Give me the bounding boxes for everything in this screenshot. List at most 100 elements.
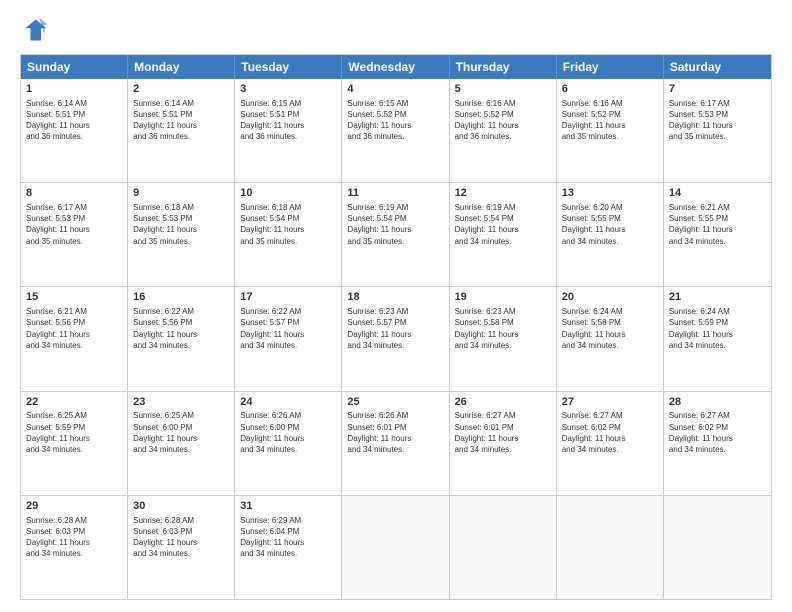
calendar-header: SundayMondayTuesdayWednesdayThursdayFrid… bbox=[21, 55, 771, 79]
cal-cell bbox=[450, 496, 557, 599]
day-number: 17 bbox=[240, 290, 336, 305]
day-number: 14 bbox=[669, 186, 766, 201]
cal-cell: 14Sunrise: 6:21 AM Sunset: 5:55 PM Dayli… bbox=[664, 183, 771, 286]
cal-week-3: 15Sunrise: 6:21 AM Sunset: 5:56 PM Dayli… bbox=[21, 286, 771, 390]
day-number: 15 bbox=[26, 290, 122, 305]
day-info: Sunrise: 6:18 AM Sunset: 5:54 PM Dayligh… bbox=[240, 202, 336, 247]
header bbox=[20, 16, 772, 44]
day-number: 23 bbox=[133, 395, 229, 410]
day-number: 26 bbox=[455, 395, 551, 410]
day-number: 8 bbox=[26, 186, 122, 201]
cal-cell: 20Sunrise: 6:24 AM Sunset: 5:58 PM Dayli… bbox=[557, 287, 664, 390]
cal-cell: 24Sunrise: 6:26 AM Sunset: 6:00 PM Dayli… bbox=[235, 392, 342, 495]
calendar-body: 1Sunrise: 6:14 AM Sunset: 5:51 PM Daylig… bbox=[21, 79, 771, 599]
day-number: 5 bbox=[455, 82, 551, 97]
day-info: Sunrise: 6:27 AM Sunset: 6:02 PM Dayligh… bbox=[562, 410, 658, 455]
cal-cell: 3Sunrise: 6:15 AM Sunset: 5:51 PM Daylig… bbox=[235, 79, 342, 182]
cal-cell: 30Sunrise: 6:28 AM Sunset: 6:03 PM Dayli… bbox=[128, 496, 235, 599]
cal-cell: 16Sunrise: 6:22 AM Sunset: 5:56 PM Dayli… bbox=[128, 287, 235, 390]
cal-header-saturday: Saturday bbox=[664, 55, 771, 79]
cal-cell: 19Sunrise: 6:23 AM Sunset: 5:58 PM Dayli… bbox=[450, 287, 557, 390]
day-info: Sunrise: 6:16 AM Sunset: 5:52 PM Dayligh… bbox=[455, 98, 551, 143]
day-info: Sunrise: 6:27 AM Sunset: 6:02 PM Dayligh… bbox=[669, 410, 766, 455]
cal-cell: 11Sunrise: 6:19 AM Sunset: 5:54 PM Dayli… bbox=[342, 183, 449, 286]
day-info: Sunrise: 6:19 AM Sunset: 5:54 PM Dayligh… bbox=[455, 202, 551, 247]
day-info: Sunrise: 6:21 AM Sunset: 5:56 PM Dayligh… bbox=[26, 306, 122, 351]
day-number: 4 bbox=[347, 82, 443, 97]
day-number: 12 bbox=[455, 186, 551, 201]
day-number: 2 bbox=[133, 82, 229, 97]
day-info: Sunrise: 6:18 AM Sunset: 5:53 PM Dayligh… bbox=[133, 202, 229, 247]
day-info: Sunrise: 6:14 AM Sunset: 5:51 PM Dayligh… bbox=[26, 98, 122, 143]
cal-week-5: 29Sunrise: 6:28 AM Sunset: 6:03 PM Dayli… bbox=[21, 495, 771, 599]
cal-cell: 9Sunrise: 6:18 AM Sunset: 5:53 PM Daylig… bbox=[128, 183, 235, 286]
day-info: Sunrise: 6:23 AM Sunset: 5:58 PM Dayligh… bbox=[455, 306, 551, 351]
day-info: Sunrise: 6:15 AM Sunset: 5:52 PM Dayligh… bbox=[347, 98, 443, 143]
day-number: 21 bbox=[669, 290, 766, 305]
day-number: 29 bbox=[26, 499, 122, 514]
cal-cell: 13Sunrise: 6:20 AM Sunset: 5:55 PM Dayli… bbox=[557, 183, 664, 286]
day-number: 3 bbox=[240, 82, 336, 97]
cal-week-1: 1Sunrise: 6:14 AM Sunset: 5:51 PM Daylig… bbox=[21, 79, 771, 182]
logo-icon bbox=[20, 16, 48, 44]
cal-cell: 29Sunrise: 6:28 AM Sunset: 6:03 PM Dayli… bbox=[21, 496, 128, 599]
calendar: SundayMondayTuesdayWednesdayThursdayFrid… bbox=[20, 54, 772, 600]
day-info: Sunrise: 6:29 AM Sunset: 6:04 PM Dayligh… bbox=[240, 515, 336, 560]
cal-cell: 28Sunrise: 6:27 AM Sunset: 6:02 PM Dayli… bbox=[664, 392, 771, 495]
day-info: Sunrise: 6:23 AM Sunset: 5:57 PM Dayligh… bbox=[347, 306, 443, 351]
day-info: Sunrise: 6:24 AM Sunset: 5:58 PM Dayligh… bbox=[562, 306, 658, 351]
day-number: 1 bbox=[26, 82, 122, 97]
day-info: Sunrise: 6:17 AM Sunset: 5:53 PM Dayligh… bbox=[26, 202, 122, 247]
day-number: 13 bbox=[562, 186, 658, 201]
cal-cell: 21Sunrise: 6:24 AM Sunset: 5:59 PM Dayli… bbox=[664, 287, 771, 390]
logo bbox=[20, 16, 52, 44]
cal-cell: 5Sunrise: 6:16 AM Sunset: 5:52 PM Daylig… bbox=[450, 79, 557, 182]
cal-cell: 27Sunrise: 6:27 AM Sunset: 6:02 PM Dayli… bbox=[557, 392, 664, 495]
cal-week-2: 8Sunrise: 6:17 AM Sunset: 5:53 PM Daylig… bbox=[21, 182, 771, 286]
day-number: 16 bbox=[133, 290, 229, 305]
cal-cell: 25Sunrise: 6:26 AM Sunset: 6:01 PM Dayli… bbox=[342, 392, 449, 495]
day-info: Sunrise: 6:21 AM Sunset: 5:55 PM Dayligh… bbox=[669, 202, 766, 247]
day-number: 7 bbox=[669, 82, 766, 97]
cal-cell: 2Sunrise: 6:14 AM Sunset: 5:51 PM Daylig… bbox=[128, 79, 235, 182]
cal-header-thursday: Thursday bbox=[450, 55, 557, 79]
day-info: Sunrise: 6:25 AM Sunset: 5:59 PM Dayligh… bbox=[26, 410, 122, 455]
cal-cell: 1Sunrise: 6:14 AM Sunset: 5:51 PM Daylig… bbox=[21, 79, 128, 182]
day-number: 31 bbox=[240, 499, 336, 514]
cal-cell: 17Sunrise: 6:22 AM Sunset: 5:57 PM Dayli… bbox=[235, 287, 342, 390]
day-number: 28 bbox=[669, 395, 766, 410]
day-info: Sunrise: 6:24 AM Sunset: 5:59 PM Dayligh… bbox=[669, 306, 766, 351]
cal-cell: 8Sunrise: 6:17 AM Sunset: 5:53 PM Daylig… bbox=[21, 183, 128, 286]
cal-cell bbox=[664, 496, 771, 599]
day-info: Sunrise: 6:14 AM Sunset: 5:51 PM Dayligh… bbox=[133, 98, 229, 143]
day-info: Sunrise: 6:26 AM Sunset: 6:00 PM Dayligh… bbox=[240, 410, 336, 455]
day-info: Sunrise: 6:26 AM Sunset: 6:01 PM Dayligh… bbox=[347, 410, 443, 455]
cal-cell: 22Sunrise: 6:25 AM Sunset: 5:59 PM Dayli… bbox=[21, 392, 128, 495]
cal-cell: 23Sunrise: 6:25 AM Sunset: 6:00 PM Dayli… bbox=[128, 392, 235, 495]
day-number: 30 bbox=[133, 499, 229, 514]
cal-cell bbox=[342, 496, 449, 599]
day-info: Sunrise: 6:27 AM Sunset: 6:01 PM Dayligh… bbox=[455, 410, 551, 455]
day-number: 24 bbox=[240, 395, 336, 410]
day-number: 19 bbox=[455, 290, 551, 305]
cal-cell: 26Sunrise: 6:27 AM Sunset: 6:01 PM Dayli… bbox=[450, 392, 557, 495]
day-number: 9 bbox=[133, 186, 229, 201]
day-info: Sunrise: 6:16 AM Sunset: 5:52 PM Dayligh… bbox=[562, 98, 658, 143]
cal-header-sunday: Sunday bbox=[21, 55, 128, 79]
cal-week-4: 22Sunrise: 6:25 AM Sunset: 5:59 PM Dayli… bbox=[21, 391, 771, 495]
cal-cell: 15Sunrise: 6:21 AM Sunset: 5:56 PM Dayli… bbox=[21, 287, 128, 390]
day-number: 20 bbox=[562, 290, 658, 305]
cal-cell: 18Sunrise: 6:23 AM Sunset: 5:57 PM Dayli… bbox=[342, 287, 449, 390]
cal-cell: 6Sunrise: 6:16 AM Sunset: 5:52 PM Daylig… bbox=[557, 79, 664, 182]
day-number: 6 bbox=[562, 82, 658, 97]
cal-header-tuesday: Tuesday bbox=[235, 55, 342, 79]
day-number: 25 bbox=[347, 395, 443, 410]
day-number: 11 bbox=[347, 186, 443, 201]
day-info: Sunrise: 6:28 AM Sunset: 6:03 PM Dayligh… bbox=[133, 515, 229, 560]
cal-cell: 31Sunrise: 6:29 AM Sunset: 6:04 PM Dayli… bbox=[235, 496, 342, 599]
day-info: Sunrise: 6:22 AM Sunset: 5:56 PM Dayligh… bbox=[133, 306, 229, 351]
cal-cell bbox=[557, 496, 664, 599]
day-info: Sunrise: 6:28 AM Sunset: 6:03 PM Dayligh… bbox=[26, 515, 122, 560]
cal-cell: 7Sunrise: 6:17 AM Sunset: 5:53 PM Daylig… bbox=[664, 79, 771, 182]
page: SundayMondayTuesdayWednesdayThursdayFrid… bbox=[0, 0, 792, 612]
